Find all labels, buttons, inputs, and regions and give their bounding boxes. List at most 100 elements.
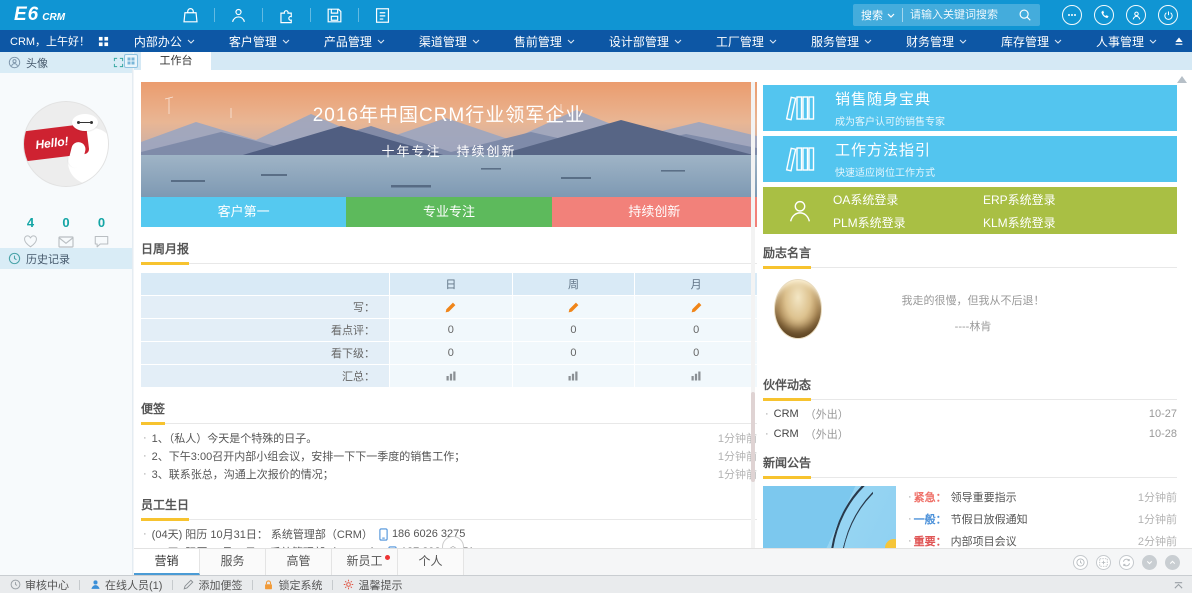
user-icon[interactable] bbox=[215, 0, 262, 30]
add-widget-icon[interactable] bbox=[1096, 555, 1111, 570]
tab-executive[interactable]: 高管 bbox=[266, 549, 332, 575]
news-slideshow-thumbnail[interactable]: 1 2 3 4 5 bbox=[763, 486, 896, 548]
comments-day-cell[interactable]: 0 bbox=[390, 319, 512, 341]
subordinates-month-cell[interactable]: 0 bbox=[635, 342, 757, 364]
note-item[interactable]: ·1、（私人）今天是个特殊的日子。1分钟前 bbox=[141, 429, 757, 447]
search-category-dropdown[interactable]: 搜索 bbox=[861, 7, 883, 23]
history-control-icon[interactable] bbox=[1073, 555, 1088, 570]
more-icon[interactable] bbox=[1062, 5, 1082, 25]
slogan-innovation[interactable]: 持续创新 bbox=[552, 197, 757, 227]
report-row-label-subordinates: 看下级： bbox=[141, 342, 389, 364]
report-header-week: 周 bbox=[513, 273, 635, 295]
search-input[interactable] bbox=[910, 9, 1018, 21]
profile-icon[interactable] bbox=[1126, 5, 1146, 25]
promo-banner[interactable]: 2016年中国CRM行业领军企业 十年专注 持续创新 bbox=[141, 82, 757, 197]
search-icon[interactable] bbox=[1018, 8, 1032, 22]
write-week-cell[interactable] bbox=[513, 296, 635, 318]
comments-week-cell[interactable]: 0 bbox=[513, 319, 635, 341]
partner-item[interactable]: ·CRM（外出）10-28 bbox=[763, 424, 1177, 444]
subordinates-day-cell[interactable]: 0 bbox=[390, 342, 512, 364]
mail-counter[interactable]: 0 bbox=[58, 215, 74, 248]
summary-week-cell[interactable] bbox=[513, 365, 635, 387]
nav-item-inventory-mgmt[interactable]: 库存管理 bbox=[984, 30, 1079, 52]
power-icon[interactable] bbox=[1158, 5, 1178, 25]
lock-system-button[interactable]: 锁定系统 bbox=[253, 577, 332, 593]
subordinates-week-cell[interactable]: 0 bbox=[513, 342, 635, 364]
app-logo[interactable]: E6CRM bbox=[14, 4, 65, 26]
tab-workspace[interactable]: 工作台 bbox=[141, 52, 211, 70]
tabs-menu-icon[interactable] bbox=[124, 54, 138, 68]
add-note-button[interactable]: 添加便签 bbox=[173, 577, 252, 593]
expand-icon[interactable] bbox=[113, 57, 124, 68]
nav-item-service-mgmt[interactable]: 服务管理 bbox=[794, 30, 889, 52]
tab-service[interactable]: 服务 bbox=[200, 549, 266, 575]
quote-text: 我走的很慢，但我从不后退！ bbox=[863, 292, 1083, 308]
nav-item-presales-mgmt[interactable]: 售前管理 bbox=[497, 30, 592, 52]
collapse-down-icon[interactable] bbox=[1142, 555, 1157, 570]
write-day-cell[interactable] bbox=[390, 296, 512, 318]
refresh-icon[interactable] bbox=[1119, 555, 1134, 570]
online-users-button[interactable]: 在线人员(1) bbox=[80, 577, 172, 593]
statusbar-collapse-icon[interactable] bbox=[1173, 580, 1184, 590]
plm-login-link[interactable]: PLM系统登录 bbox=[833, 214, 983, 231]
pencil-icon[interactable] bbox=[444, 301, 457, 314]
apps-grid-icon[interactable] bbox=[98, 36, 109, 47]
main-scrollbar[interactable] bbox=[751, 82, 755, 548]
collapse-up-icon[interactable] bbox=[1165, 555, 1180, 570]
message-counter[interactable]: 0 bbox=[94, 215, 109, 248]
save-icon[interactable] bbox=[311, 0, 358, 30]
note-item[interactable]: ·2、下午3:00召开内部小组会议，安排一下下一季度的销售工作；1分钟前 bbox=[141, 447, 757, 465]
comments-month-cell[interactable]: 0 bbox=[635, 319, 757, 341]
nav-item-design-dept-mgmt[interactable]: 设计部管理 bbox=[592, 30, 699, 52]
summary-day-cell[interactable] bbox=[390, 365, 512, 387]
stats-icon[interactable] bbox=[567, 370, 579, 382]
phone-icon[interactable] bbox=[1094, 5, 1114, 25]
likes-counter[interactable]: 4 bbox=[23, 215, 38, 248]
partners-list: ·CRM（外出）10-27 ·CRM（外出）10-28 bbox=[763, 404, 1177, 444]
news-item[interactable]: ·紧急：领导重要指示1分钟前 bbox=[908, 486, 1177, 508]
pencil-icon[interactable] bbox=[690, 301, 703, 314]
topbar-system-icons bbox=[1062, 5, 1178, 25]
nav-item-finance-mgmt[interactable]: 财务管理 bbox=[889, 30, 984, 52]
tab-new-employee[interactable]: 新员工 bbox=[332, 549, 398, 575]
sales-handbook-card[interactable]: 销售随身宝典成为客户认可的销售专家 bbox=[763, 85, 1177, 131]
stats-icon[interactable] bbox=[445, 370, 457, 382]
klm-login-link[interactable]: KLM系统登录 bbox=[983, 214, 1133, 231]
scroll-up-arrow[interactable] bbox=[1177, 76, 1187, 83]
chevron-down-icon[interactable] bbox=[887, 13, 895, 18]
pencil-icon[interactable] bbox=[567, 301, 580, 314]
partner-item[interactable]: ·CRM（外出）10-27 bbox=[763, 404, 1177, 424]
avatar-panel-header[interactable]: 头像 bbox=[0, 52, 132, 73]
nav-item-internal-office[interactable]: 内部办公 bbox=[117, 30, 212, 52]
write-month-cell[interactable] bbox=[635, 296, 757, 318]
nav-item-hr-mgmt[interactable]: 人事管理 bbox=[1079, 30, 1174, 52]
nav-collapse-icon[interactable] bbox=[1174, 36, 1184, 46]
audit-center-button[interactable]: 审核中心 bbox=[0, 577, 79, 593]
slogan-customer-first[interactable]: 客户第一 bbox=[141, 197, 346, 227]
tab-personal[interactable]: 个人 bbox=[398, 549, 464, 575]
nav-item-customer-mgmt[interactable]: 客户管理 bbox=[212, 30, 307, 52]
avatar[interactable]: Hello! bbox=[24, 102, 108, 186]
nav-item-factory-mgmt[interactable]: 工厂管理 bbox=[699, 30, 794, 52]
news-item[interactable]: ·重要：内部项目会议2分钟前 bbox=[908, 530, 1177, 548]
stats-icon[interactable] bbox=[690, 370, 702, 382]
tab-marketing[interactable]: 营销 bbox=[134, 549, 200, 575]
tips-button[interactable]: 温馨提示 bbox=[333, 577, 412, 593]
scrollbar-thumb[interactable] bbox=[751, 392, 755, 482]
books-icon bbox=[785, 143, 817, 175]
puzzle-icon[interactable] bbox=[263, 0, 310, 30]
erp-login-link[interactable]: ERP系统登录 bbox=[983, 191, 1133, 208]
news-item[interactable]: ·一般：节假日放假通知1分钟前 bbox=[908, 508, 1177, 530]
bullet: · bbox=[765, 408, 769, 420]
lincoln-portrait[interactable] bbox=[775, 280, 821, 338]
form-icon[interactable] bbox=[359, 0, 406, 30]
slogan-professional[interactable]: 专业专注 bbox=[346, 197, 551, 227]
work-method-card[interactable]: 工作方法指引快速适应岗位工作方式 bbox=[763, 136, 1177, 182]
summary-month-cell[interactable] bbox=[635, 365, 757, 387]
oa-login-link[interactable]: OA系统登录 bbox=[833, 191, 983, 208]
nav-item-channel-mgmt[interactable]: 渠道管理 bbox=[402, 30, 497, 52]
briefcase-icon[interactable] bbox=[167, 0, 214, 30]
history-panel-header[interactable]: 历史记录 bbox=[0, 248, 132, 269]
nav-item-product-mgmt[interactable]: 产品管理 bbox=[307, 30, 402, 52]
note-item[interactable]: ·3、联系张总，沟通上次报价的情况；1分钟前 bbox=[141, 465, 757, 483]
